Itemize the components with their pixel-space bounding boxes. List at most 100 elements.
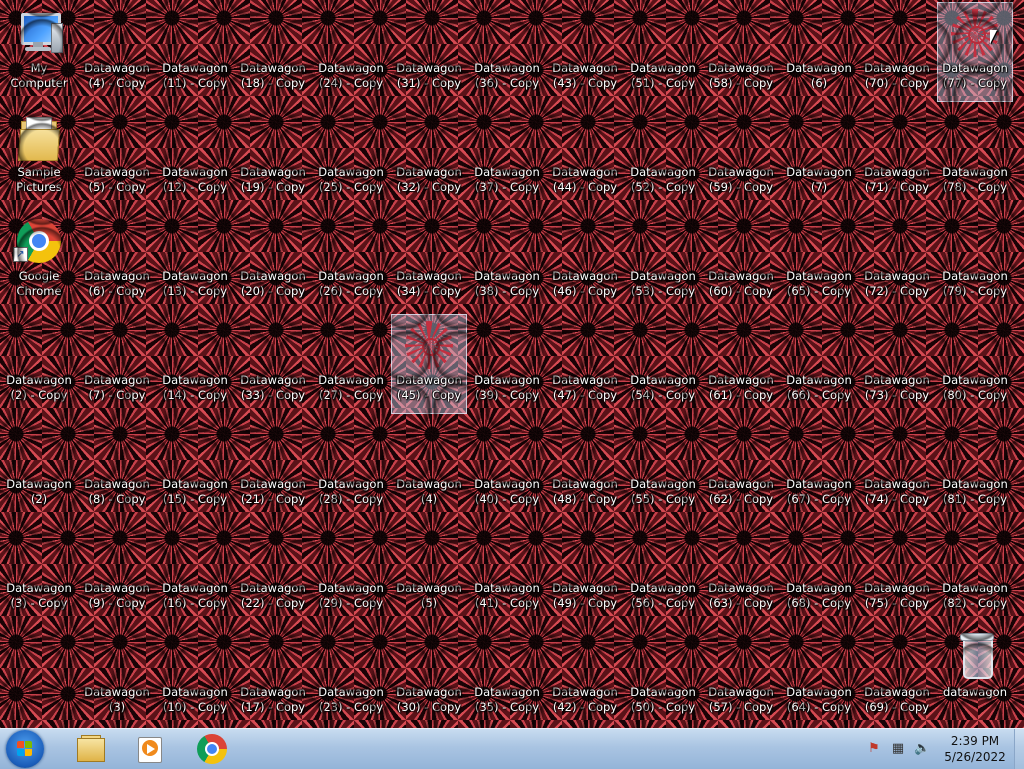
datawagon-file[interactable]: Datawagon (10) - Copy [157, 626, 233, 726]
datawagon-file[interactable]: Datawagon (41) - Copy [469, 522, 545, 622]
datawagon-file[interactable]: Datawagon (49) - Copy [547, 522, 623, 622]
datawagon-file[interactable]: Datawagon (6) - Copy [79, 210, 155, 310]
datawagon-file[interactable]: Datawagon (71) - Copy [859, 106, 935, 206]
datawagon-file[interactable]: Datawagon (52) - Copy [625, 106, 701, 206]
datawagon-file[interactable]: Datawagon (37) - Copy [469, 106, 545, 206]
datawagon-file[interactable]: Datawagon (75) - Copy [859, 522, 935, 622]
action-center-flag-icon[interactable]: ⚑ [866, 741, 882, 757]
datawagon-file[interactable]: Datawagon (23) - Copy [313, 626, 389, 726]
datawagon-file[interactable]: Datawagon (66) - Copy [781, 314, 857, 414]
datawagon-file[interactable]: Datawagon (73) - Copy [859, 314, 935, 414]
datawagon-file[interactable]: Datawagon (30) - Copy [391, 626, 467, 726]
explorer-taskbar-button[interactable] [64, 731, 114, 767]
datawagon-file[interactable]: Datawagon (32) - Copy [391, 106, 467, 206]
datawagon-file[interactable]: Datawagon (4) [391, 418, 467, 518]
datawagon-file[interactable]: Datawagon (80) - Copy [937, 314, 1013, 414]
datawagon-file[interactable]: Datawagon (82) - Copy [937, 522, 1013, 622]
datawagon-file[interactable]: Datawagon (54) - Copy [625, 314, 701, 414]
desktop[interactable]: My Computer Sample Pictures ↗ Google Chrome… [0, 0, 1024, 728]
datawagon-file[interactable]: Datawagon (25) - Copy [313, 106, 389, 206]
datawagon-file[interactable]: Datawagon (2) - Copy [1, 314, 77, 414]
datawagon-file[interactable]: Datawagon (11) - Copy [157, 2, 233, 102]
datawagon-file[interactable]: Datawagon (67) - Copy [781, 418, 857, 518]
start-button[interactable] [6, 730, 44, 768]
datawagon-file[interactable]: Datawagon (20) - Copy [235, 210, 311, 310]
datawagon-file[interactable]: Datawagon (5) [391, 522, 467, 622]
datawagon-file[interactable]: Datawagon (68) - Copy [781, 522, 857, 622]
datawagon-file[interactable]: Datawagon (12) - Copy [157, 106, 233, 206]
datawagon-file[interactable]: Datawagon (3) - Copy [1, 522, 77, 622]
datawagon-file[interactable]: Datawagon (39) - Copy [469, 314, 545, 414]
datawagon-file[interactable]: Datawagon (56) - Copy [625, 522, 701, 622]
datawagon-file[interactable]: Datawagon (33) - Copy [235, 314, 311, 414]
network-icon[interactable]: ▦ [890, 741, 906, 757]
datawagon-file[interactable]: Datawagon (48) - Copy [547, 418, 623, 518]
datawagon-file[interactable]: Datawagon (38) - Copy [469, 210, 545, 310]
datawagon-file[interactable]: Datawagon (69) - Copy [859, 626, 935, 726]
datawagon-file[interactable]: Datawagon (34) - Copy [391, 210, 467, 310]
show-desktop-button[interactable] [1014, 729, 1024, 769]
datawagon-file[interactable]: Datawagon (42) - Copy [547, 626, 623, 726]
datawagon-file[interactable]: Datawagon (78) - Copy [937, 106, 1013, 206]
datawagon-file[interactable]: Datawagon (6) [781, 2, 857, 102]
datawagon-file[interactable]: Datawagon (7) [781, 106, 857, 206]
sample-pictures-icon[interactable]: Sample Pictures [1, 106, 77, 206]
datawagon-file[interactable]: Datawagon (26) - Copy [313, 210, 389, 310]
datawagon-file[interactable]: Datawagon (81) - Copy [937, 418, 1013, 518]
datawagon-file[interactable]: Datawagon (57) - Copy [703, 626, 779, 726]
datawagon-file[interactable]: Datawagon (58) - Copy [703, 2, 779, 102]
datawagon-file[interactable]: Datawagon (15) - Copy [157, 418, 233, 518]
datawagon-file[interactable]: Datawagon (44) - Copy [547, 106, 623, 206]
volume-icon[interactable]: 🔈 [914, 741, 930, 757]
datawagon-file[interactable]: Datawagon (35) - Copy [469, 626, 545, 726]
datawagon-file[interactable]: Datawagon (63) - Copy [703, 522, 779, 622]
datawagon-file[interactable]: Datawagon (45) - Copy [391, 314, 467, 414]
chrome-taskbar-button[interactable] [186, 731, 236, 767]
datawagon-file[interactable]: Datawagon (50) - Copy [625, 626, 701, 726]
datawagon-file[interactable]: Datawagon (22) - Copy [235, 522, 311, 622]
datawagon-file[interactable]: Datawagon (18) - Copy [235, 2, 311, 102]
datawagon-file[interactable]: Datawagon (36) - Copy [469, 2, 545, 102]
datawagon-file[interactable]: Datawagon (43) - Copy [547, 2, 623, 102]
datawagon-file[interactable]: Datawagon (7) - Copy [79, 314, 155, 414]
datawagon-file[interactable]: Datawagon (8) - Copy [79, 418, 155, 518]
datawagon-file[interactable]: Datawagon (3) [79, 626, 155, 726]
datawagon-file[interactable]: Datawagon (5) - Copy [79, 106, 155, 206]
datawagon-file[interactable]: Datawagon (17) - Copy [235, 626, 311, 726]
datawagon-file[interactable]: Datawagon (19) - Copy [235, 106, 311, 206]
datawagon-file[interactable]: Datawagon (24) - Copy [313, 2, 389, 102]
datawagon-file[interactable]: Datawagon (2) [1, 418, 77, 518]
datawagon-file[interactable]: Datawagon (51) - Copy [625, 2, 701, 102]
recycle-bin-icon[interactable]: datawagon [937, 626, 1013, 726]
google-chrome-icon[interactable]: ↗ Google Chrome [1, 210, 77, 310]
datawagon-file[interactable]: Datawagon (40) - Copy [469, 418, 545, 518]
datawagon-file[interactable]: Datawagon (55) - Copy [625, 418, 701, 518]
datawagon-file[interactable]: Datawagon (74) - Copy [859, 418, 935, 518]
datawagon-file[interactable]: Datawagon (9) - Copy [79, 522, 155, 622]
datawagon-file[interactable]: Datawagon (14) - Copy [157, 314, 233, 414]
datawagon-file[interactable]: Datawagon (79) - Copy [937, 210, 1013, 310]
datawagon-file[interactable]: Datawagon (13) - Copy [157, 210, 233, 310]
system-clock[interactable]: 2:39 PM 5/26/2022 [930, 733, 1020, 765]
datawagon-file[interactable]: Datawagon (31) - Copy [391, 2, 467, 102]
datawagon-file[interactable]: Datawagon (70) - Copy [859, 2, 935, 102]
datawagon-file[interactable]: Datawagon (4) - Copy [79, 2, 155, 102]
datawagon-file[interactable]: Datawagon (61) - Copy [703, 314, 779, 414]
datawagon-file[interactable]: Datawagon (21) - Copy [235, 418, 311, 518]
datawagon-file[interactable]: Datawagon (29) - Copy [313, 522, 389, 622]
datawagon-file[interactable]: Datawagon (27) - Copy [313, 314, 389, 414]
datawagon-file[interactable]: Datawagon (46) - Copy [547, 210, 623, 310]
datawagon-file[interactable]: Datawagon (60) - Copy [703, 210, 779, 310]
datawagon-file[interactable]: Datawagon (53) - Copy [625, 210, 701, 310]
datawagon-file[interactable]: Datawagon (77) - Copy [937, 2, 1013, 102]
datawagon-file[interactable]: Datawagon (62) - Copy [703, 418, 779, 518]
datawagon-file[interactable]: Datawagon (65) - Copy [781, 210, 857, 310]
datawagon-file[interactable]: Datawagon (72) - Copy [859, 210, 935, 310]
media-player-taskbar-button[interactable] [124, 731, 174, 767]
datawagon-file[interactable]: Datawagon (64) - Copy [781, 626, 857, 726]
datawagon-file[interactable]: Datawagon (59) - Copy [703, 106, 779, 206]
datawagon-file[interactable]: Datawagon (47) - Copy [547, 314, 623, 414]
my-computer-icon[interactable]: My Computer [1, 2, 77, 102]
datawagon-file[interactable]: Datawagon (28) - Copy [313, 418, 389, 518]
datawagon-file[interactable]: Datawagon (16) - Copy [157, 522, 233, 622]
